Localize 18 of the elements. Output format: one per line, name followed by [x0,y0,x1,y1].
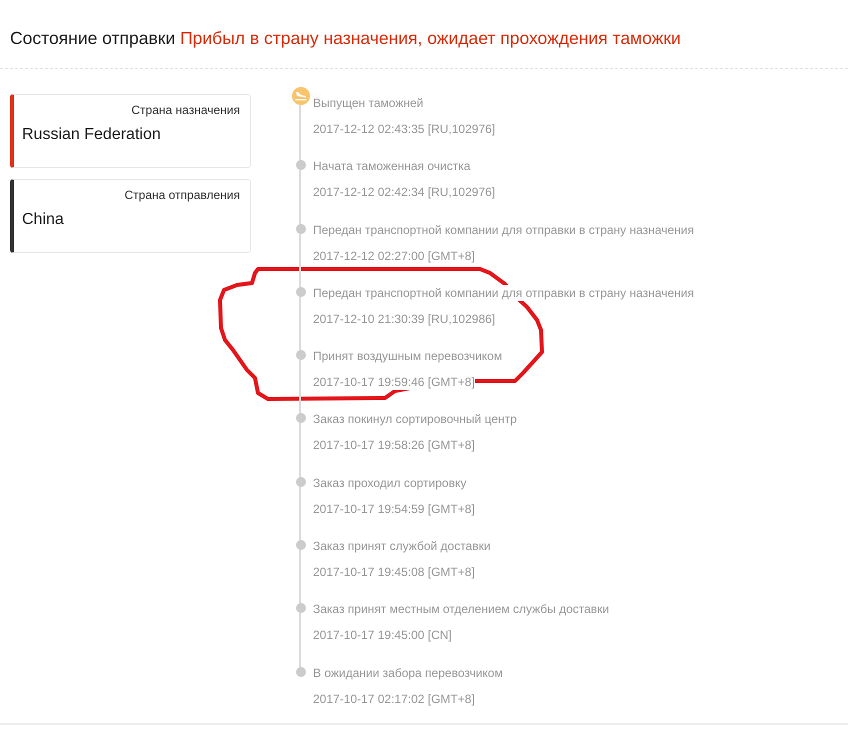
event-title: Передан транспортной компании для отправки в страну назначения [313,284,694,301]
country-name: China [22,210,65,230]
shipment-status: Прибыл в страну назначения, ожидает прохождения таможки [180,28,681,48]
airplane-landing-icon [295,91,307,101]
event-time: 2017-10-17 19:45:08 [GMT+8] [313,564,475,580]
event-time: 2017-10-17 19:58:26 [GMT+8] [313,437,475,454]
country-label: Страна отправления [124,187,240,204]
country-label: Страна назначения [131,102,240,119]
event-title: Заказ покинул сортировочный центр [313,411,517,428]
event-title: Заказ принят службой доставки [313,538,491,554]
event-time: 2017-12-12 02:42:34 [RU,102976] [313,184,496,200]
country-name: Russian Federation [22,125,162,145]
event-title: Заказ принят местным отделением службы доставки [313,601,610,618]
event-time: 2017-10-17 19:59:46 [GMT+8] [313,374,475,390]
shipment-status-label: Состояние отправки [10,28,176,48]
event-time: 2017-12-12 02:43:35 [RU,102976] [313,121,496,137]
event-title: Выпущен таможней [313,95,424,111]
event-time: 2017-10-17 19:45:00 [CN] [313,627,452,644]
